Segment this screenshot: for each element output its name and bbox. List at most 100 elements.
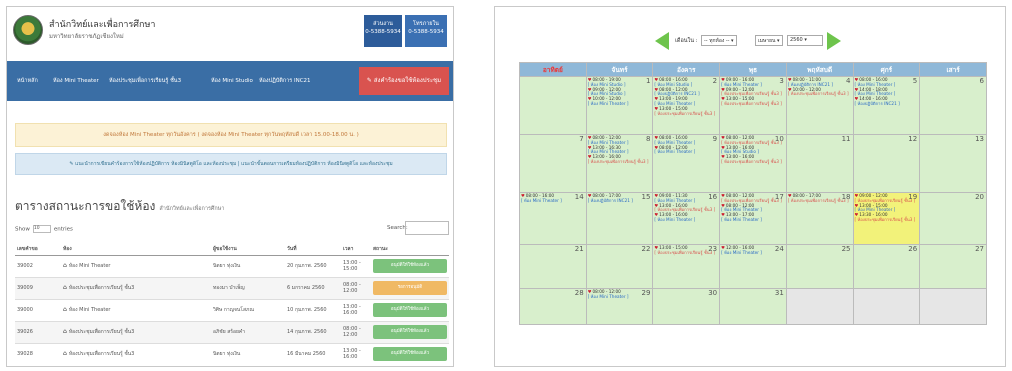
calendar-day-cell[interactable]: 1609:00 - 11:30[ ห้อง Mini Theater ]13:0… [652,192,721,245]
month-select[interactable]: เมษายน ▾ [755,35,783,46]
day-number: 5 [912,77,918,86]
weekday-header: พุธ [719,62,787,77]
notice-guide-text: แนะนำการเขียนคำร้องการใช้ห้องปฏิบัติการ … [75,161,393,167]
calendar-day-cell[interactable]: 31 [719,288,787,325]
calendar-day-cell[interactable]: 6 [919,76,987,135]
status-badge[interactable]: อนุมัติให้ใช้ห้องแล้ว [373,347,447,362]
nav-item-home[interactable]: หน้าหลัก [17,77,38,85]
calendar-day-cell[interactable] [519,76,587,135]
column-header[interactable]: ห้อง [61,243,211,256]
day-number: 12 [908,135,918,144]
calendar-day-cell[interactable]: 1909:00 - 12:00[ ห้องประชุมเพื่อการเรียน… [852,192,921,245]
cell-room: ⌂ ห้อง Mini Theater [61,298,211,321]
calendar-day-cell[interactable] [785,288,854,325]
notice-guide[interactable]: ✎ แนะนำการเขียนคำร้องการใช้ห้องปฏิบัติกา… [15,153,447,175]
calendar-day-cell[interactable]: 1808:00 - 17:00[ ห้องประชุมเพื่อการเรียน… [785,192,854,245]
calendar-day-cell[interactable]: 108:00 - 19:00[ ห้อง Mini Studio ]09:00 … [585,76,654,135]
search-input[interactable] [405,221,449,235]
column-header[interactable]: วันที่ [285,243,341,256]
column-header[interactable]: เลขคำขอ [15,243,61,256]
room-name: ห้องประชุมเพื่อการเรียนรู้ ชั้น3 [68,285,135,291]
org-subtitle: มหาวิทยาลัยราชภัฏเชียงใหม่ [49,33,124,40]
calendar-day-cell[interactable]: 12 [852,134,921,193]
contact-badge: ส่วนงาน 0-5388-5934 [364,15,402,47]
main-nav: หน้าหลัก ห้อง Mini Theater ห้องประชุมเพื… [7,61,453,101]
weekday-header: จันทร์ [585,62,654,77]
cell-status: อนุมัติให้ใช้ห้องแล้ว [371,342,449,365]
calendar-day-cell[interactable]: 27 [919,244,987,289]
calendar-event[interactable]: 08:00 - 12:00[ ห้อง Mini Theater ] [654,145,718,156]
calendar-day-cell[interactable]: 20 [919,192,987,245]
calendar-day-cell[interactable]: 21 [519,244,587,289]
event-room: [ ห้อง Mini Theater ] [587,100,629,106]
calendar-day-cell[interactable]: 28 [519,288,587,325]
calendar-day-cell[interactable]: 1708:00 - 12:00[ ห้องประชุมเพื่อการเรียน… [719,192,787,245]
status-badge[interactable]: อนุมัติให้ใช้ห้องแล้ว [373,259,447,273]
calendar-day-cell[interactable]: 208:00 - 16:00[ ห้อง Mini Studio ]08:00 … [652,76,721,135]
calendar-event[interactable]: 13:00 - 17:00[ ห้อง Mini Theater ] [721,212,785,223]
calendar-day-cell[interactable]: 11 [785,134,854,193]
cell-user: อภิชัย สร้อยคำ [211,320,285,343]
next-month-arrow-icon[interactable] [827,32,841,50]
status-badge[interactable]: อนุมัติให้ใช้ห้องแล้ว [373,325,447,339]
calendar-event[interactable]: 13:00 - 16:00[ ห้องประชุมเพื่อการเรียนรู… [721,154,785,165]
cell-time: 08:00 - 12:00 [341,320,371,343]
page-length-select[interactable]: 10 [32,225,51,233]
calendar-day-cell[interactable] [852,288,921,325]
calendar-day-cell[interactable]: 1408:00 - 16:00[ ห้อง Mini Theater ] [519,192,587,245]
year-select[interactable]: 2560 ▾ [787,35,823,46]
calendar-event[interactable]: 10:00 - 12:00[ ห้อง Mini Theater ] [587,96,652,107]
calendar-day-cell[interactable]: 1008:00 - 12:00[ ห้องประชุมเพื่อการเรียน… [719,134,787,193]
page-title: ตารางสถานะการขอใช้ห้อง สำนักวิทย์และเพื่อ… [15,197,224,216]
day-number: 4 [846,77,851,86]
prev-month-arrow-icon[interactable] [655,32,669,50]
calendar-day-cell[interactable]: 408:00 - 11:00[ ห้องปฏิบัติการ INC21 ]10… [785,76,854,135]
request-room-button[interactable]: ✎ ส่งคำร้องขอใช้ห้องประชุม [359,67,449,95]
day-number: 20 [975,193,984,202]
booking-calendar: อาทิตย์ จันทร์ อังคาร พุธ พฤหัสบดี ศุกร์ เสาร์… [519,62,987,325]
room-select[interactable]: -- ทุกห้อง -- ▾ [701,35,737,46]
calendar-day-cell[interactable]: 1508:00 - 17:00[ ห้องปฏิบัติการ INC21 ] [585,192,654,245]
calendar-event[interactable]: 10:00 - 12:00[ ห้องประชุมเพื่อการเรียนรู… [788,87,852,98]
calendar-day-cell[interactable]: 2412:00 - 16:00[ ห้อง Mini Theater ] [719,244,787,289]
status-badge[interactable]: รอการอนุมัติ [373,281,447,295]
calendar-day-cell[interactable]: 508:00 - 16:00[ ห้อง Mini Theater ]14:00… [852,76,921,135]
event-room: [ ห้องประชุมเพื่อการเรียนรู้ ชั้น3 ] [654,110,716,116]
cell-status: รอการอนุมัติ [371,276,449,299]
home-icon: ⌂ [63,328,67,335]
nav-item-meeting-room[interactable]: ห้องประชุมเพื่อการเรียนรู้ ชั้น3 [109,77,181,85]
calendar-event[interactable]: 13:30 - 16:00[ ห้องประชุมเพื่อการเรียนรู… [855,212,919,223]
calendar-day-cell[interactable]: 2908:00 - 12:00[ ห้อง Mini Theater ] [585,288,654,325]
calendar-day-cell[interactable]: 7 [519,134,587,193]
calendar-day-cell[interactable]: 25 [785,244,854,289]
weekday-header: อาทิตย์ [519,62,587,77]
calendar-day-cell[interactable]: 30 [652,288,721,325]
calendar-day-cell[interactable]: 13 [919,134,987,193]
day-number: 9 [712,135,718,144]
calendar-event[interactable]: 14:00 - 16:00[ ห้องปฏิบัติการ INC21 ] [855,96,919,107]
event-room: [ ห้อง Mini Theater ] [654,216,696,222]
nav-item-mini-theater[interactable]: ห้อง Mini Theater [53,77,99,85]
day-number: 26 [908,245,918,254]
calendar-event[interactable]: 13:00 - 15:00[ ห้องประชุมเพื่อการเรียนรู… [721,96,785,107]
calendar-event[interactable]: 13:00 - 16:00[ ห้อง Mini Theater ] [654,212,718,223]
calendar-day-cell[interactable]: 26 [852,244,921,289]
nav-item-mini-studio[interactable]: ห้อง Mini Studio [211,77,253,85]
calendar-day-cell[interactable]: 2313:00 - 15:00[ ห้องประชุมเพื่อการเรียน… [652,244,721,289]
calendar-day-cell[interactable] [919,288,987,325]
status-badge[interactable]: อนุมัติให้ใช้ห้องแล้ว [373,303,447,317]
column-header[interactable]: สถานะ [371,243,449,256]
cell-date: 14 กุมภาพ. 2560 [285,320,341,343]
calendar-day-cell[interactable]: 908:00 - 16:00[ ห้อง Mini Theater ]08:00… [652,134,721,193]
nav-item-inc21[interactable]: ห้องปฏิบัติการ INC21 [259,77,311,85]
notice-closure: งดจองห้อง Mini Theater ทุกวันอังคาร ( งด… [15,123,447,147]
calendar-day-cell[interactable]: 22 [585,244,654,289]
calendar-event[interactable]: 13:00 - 15:00[ ห้องประชุมเพื่อการเรียนรู… [654,106,718,117]
column-header[interactable]: ผู้ขอใช้งาน [211,243,285,256]
calendar-event[interactable]: 13:00 - 16:00[ ห้องประชุมเพื่อการเรียนรู… [588,154,652,165]
day-number: 31 [774,289,784,298]
table-row: 39000 ⌂ ห้อง Mini Theater วิศิษ กาญจนโสภณ 10… [15,298,449,321]
calendar-day-cell[interactable]: 309:00 - 16:00[ ห้อง Mini Theater ]09:00… [719,76,787,135]
calendar-day-cell[interactable]: 808:00 - 12:00[ ห้อง Mini Theater ]13:00… [585,134,654,193]
column-header[interactable]: เวลา [341,243,371,256]
